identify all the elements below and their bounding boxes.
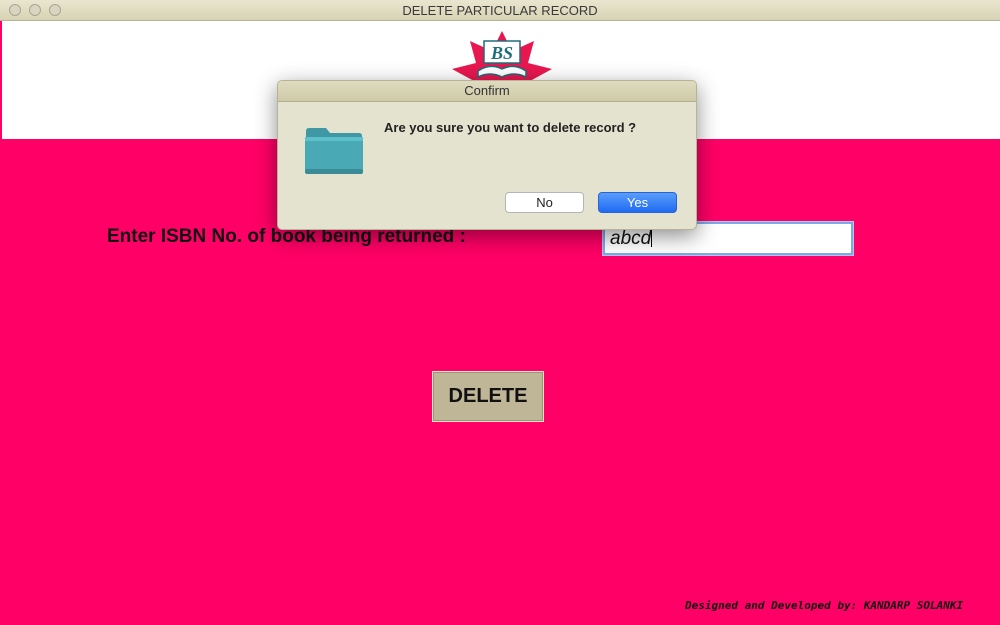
- app-window: DELETE PARTICULAR RECORD BS Enter ISBN N…: [0, 0, 1000, 625]
- confirm-dialog: Confirm Are you sure you want to delete …: [277, 80, 697, 230]
- window-title: DELETE PARTICULAR RECORD: [402, 3, 598, 18]
- folder-icon: [305, 128, 363, 174]
- yes-button[interactable]: Yes: [598, 192, 677, 213]
- logo-text: BS: [490, 43, 513, 63]
- dialog-message: Are you sure you want to delete record ?: [384, 120, 637, 135]
- no-button[interactable]: No: [505, 192, 584, 213]
- text-caret: [651, 227, 653, 247]
- title-bar: DELETE PARTICULAR RECORD: [0, 0, 1000, 21]
- dialog-title: Confirm: [278, 81, 696, 102]
- delete-button[interactable]: DELETE: [432, 371, 544, 422]
- developer-credit: Designed and Developed by: KANDARP SOLAN…: [685, 599, 964, 612]
- isbn-input-value: abcd: [610, 228, 652, 249]
